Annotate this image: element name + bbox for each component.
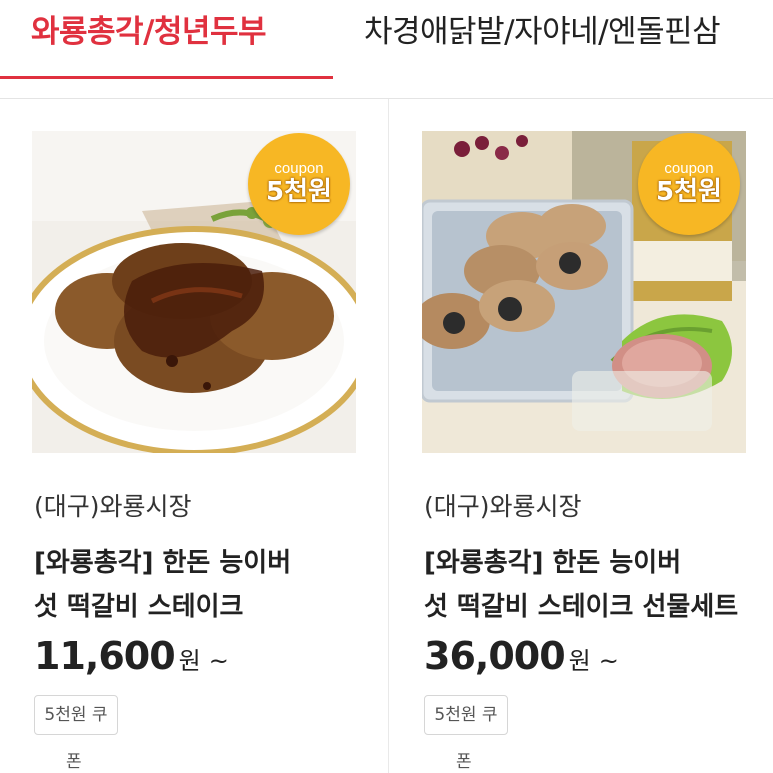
product-title-line1: [와룡총각] 한돈 능이버 — [34, 548, 292, 578]
product-title[interactable]: [와룡총각] 한돈 능이버 섯 떡갈비 스테이크 — [34, 541, 356, 629]
coupon-tag: 5천원 쿠 — [34, 695, 118, 735]
coupon-badge: coupon 5천원 — [638, 133, 740, 235]
page: 와룡총각/청년두부 차경애닭발/자야네/엔돌핀삼 coupon 5천원 (대구)… — [0, 0, 773, 773]
product-title-line2: 섯 떡갈비 스테이크 — [34, 592, 244, 622]
seller-name[interactable]: (대구)와룡시장 — [34, 487, 192, 523]
column-divider — [388, 99, 389, 773]
product-grid: coupon 5천원 (대구)와룡시장 [와룡총각] 한돈 능이버 섯 떡갈비 … — [0, 99, 773, 773]
product-image[interactable]: coupon 5천원 — [422, 131, 746, 453]
product-title-line1: [와룡총각] 한돈 능이버 — [424, 548, 682, 578]
tab-wauryong-tofu[interactable]: 와룡총각/청년두부 — [31, 0, 266, 80]
active-tab-indicator — [0, 76, 333, 79]
price-row: 11,600 원 ~ — [34, 634, 229, 678]
price-unit: 원 — [568, 647, 591, 675]
coupon-tag-wrap: 폰 — [66, 752, 82, 772]
category-tabs: 와룡총각/청년두부 차경애닭발/자야네/엔돌핀삼 — [0, 0, 773, 99]
coupon-tag: 5천원 쿠 — [424, 695, 508, 735]
price-value: 11,600 — [34, 634, 176, 678]
price-unit: 원 — [178, 647, 201, 675]
product-card[interactable]: coupon 5천원 (대구)와룡시장 [와룡총각] 한돈 능이버 섯 떡갈비 … — [422, 99, 762, 773]
product-title-line2: 섯 떡갈비 스테이크 선물세트 — [424, 592, 739, 622]
price-value: 36,000 — [424, 634, 566, 678]
price-tilde: ~ — [208, 647, 229, 675]
seller-name[interactable]: (대구)와룡시장 — [424, 487, 582, 523]
product-card[interactable]: coupon 5천원 (대구)와룡시장 [와룡총각] 한돈 능이버 섯 떡갈비 … — [32, 99, 372, 773]
badge-coupon-label: coupon — [274, 160, 324, 177]
coupon-badge: coupon 5천원 — [248, 133, 350, 235]
product-image[interactable]: coupon 5천원 — [32, 131, 356, 453]
badge-coupon-amount: 5천원 — [266, 177, 332, 207]
tab-chakyeongae[interactable]: 차경애닭발/자야네/엔돌핀삼 — [364, 0, 721, 80]
badge-coupon-amount: 5천원 — [656, 177, 722, 207]
product-title[interactable]: [와룡총각] 한돈 능이버 섯 떡갈비 스테이크 선물세트 — [424, 541, 746, 629]
price-row: 36,000 원 ~ — [424, 634, 619, 678]
coupon-tag-wrap: 폰 — [456, 752, 472, 772]
badge-coupon-label: coupon — [664, 160, 714, 177]
price-tilde: ~ — [598, 647, 619, 675]
